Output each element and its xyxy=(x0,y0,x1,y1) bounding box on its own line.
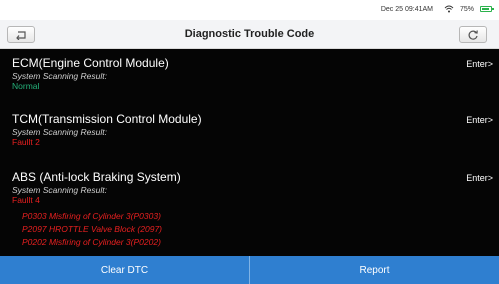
scan-label: System Scanning Result: xyxy=(12,185,107,195)
fault-code-item: P0303 Misfiring of Cylinder 3(P0303) xyxy=(22,211,161,221)
module-ecm[interactable]: ECM(Engine Control Module) System Scanni… xyxy=(0,56,499,96)
title-bar: Diagnostic Trouble Code xyxy=(0,20,499,49)
page-title: Diagnostic Trouble Code xyxy=(184,28,315,40)
enter-button[interactable]: Enter> xyxy=(466,115,493,125)
report-button[interactable]: Report xyxy=(250,256,499,284)
enter-button[interactable]: Enter> xyxy=(466,173,493,183)
status-bar: Dec 25 09:41AM 75% xyxy=(0,0,499,20)
enter-button[interactable]: Enter> xyxy=(466,59,493,69)
scan-result-normal: Normal xyxy=(12,81,40,91)
module-tcm[interactable]: TCM(Transmission Control Module) System … xyxy=(0,112,499,152)
scan-label: System Scanning Result: xyxy=(12,127,107,137)
refresh-button[interactable] xyxy=(459,26,487,43)
module-name: ABS (Anti-lock Braking System) xyxy=(12,170,181,184)
scan-result-fault: Faullt 4 xyxy=(12,195,40,205)
battery-icon xyxy=(480,6,494,12)
status-time: Dec 25 09:41AM xyxy=(380,6,433,13)
clear-dtc-button[interactable]: Clear DTC xyxy=(0,256,249,284)
fault-code-item: P2097 HROTTLE Valve Block (2097) xyxy=(22,224,162,234)
action-bar: Clear DTC Report xyxy=(0,256,499,284)
wifi-icon xyxy=(444,5,454,13)
fault-code-item: P0202 Misfiring of Cylinder 3(P0202) xyxy=(22,237,161,247)
dtc-list: ECM(Engine Control Module) System Scanni… xyxy=(0,49,499,256)
scan-result-fault: Faullt 2 xyxy=(12,137,40,147)
scan-label: System Scanning Result: xyxy=(12,71,107,81)
module-name: ECM(Engine Control Module) xyxy=(12,56,169,70)
battery-percent: 75% xyxy=(459,6,474,13)
module-abs[interactable]: ABS (Anti-lock Braking System) System Sc… xyxy=(0,170,499,256)
module-name: TCM(Transmission Control Module) xyxy=(12,112,202,126)
refresh-icon xyxy=(468,29,478,40)
